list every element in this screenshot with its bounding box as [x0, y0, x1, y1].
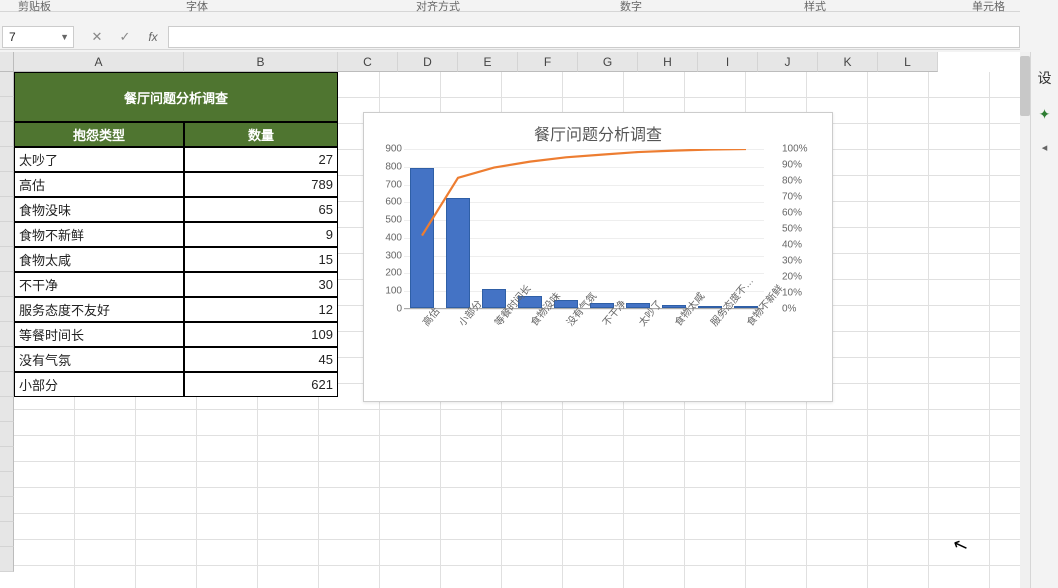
row-header[interactable]	[0, 72, 14, 97]
table-cell-qty[interactable]: 30	[184, 272, 338, 297]
chart-plot-area	[404, 149, 764, 309]
ribbon-group-alignment: 对齐方式	[416, 0, 460, 14]
column-header[interactable]: E	[458, 52, 518, 72]
worksheet[interactable]: ABCDEFGHIJKL 餐厅问题分析调查抱怨类型数量太吵了27高估789食物没…	[0, 52, 1020, 588]
row-header[interactable]	[0, 422, 14, 447]
row-header[interactable]	[0, 472, 14, 497]
table-cell-type[interactable]: 太吵了	[14, 147, 184, 172]
column-header[interactable]: L	[878, 52, 938, 72]
sparkle-icon[interactable]: ✦	[1039, 106, 1051, 123]
ribbon-group-clipboard: 剪贴板	[18, 0, 51, 14]
row-header[interactable]	[0, 522, 14, 547]
row-header[interactable]	[0, 447, 14, 472]
formula-bar-row: 7 ▼ ✕ ✓ fx	[0, 24, 1020, 50]
table-cell-qty[interactable]: 45	[184, 347, 338, 372]
table-cell-type[interactable]: 食物没味	[14, 197, 184, 222]
table-cell-type[interactable]: 等餐时间长	[14, 322, 184, 347]
row-header[interactable]	[0, 197, 14, 222]
table-cell-qty[interactable]: 109	[184, 322, 338, 347]
column-header[interactable]: G	[578, 52, 638, 72]
formula-buttons: ✕ ✓ fx	[88, 28, 162, 46]
table-header-qty[interactable]: 数量	[184, 122, 338, 147]
table-cell-qty[interactable]: 65	[184, 197, 338, 222]
table-cell-qty[interactable]: 12	[184, 297, 338, 322]
column-header[interactable]: A	[14, 52, 184, 72]
scrollbar-thumb[interactable]	[1020, 56, 1030, 116]
ribbon-group-cells: 单元格	[972, 0, 1005, 14]
vertical-scrollbar[interactable]	[1020, 52, 1030, 588]
table-header-type[interactable]: 抱怨类型	[14, 122, 184, 147]
table-cell-qty[interactable]: 621	[184, 372, 338, 397]
row-header[interactable]	[0, 397, 14, 422]
chart-title: 餐厅问题分析调查	[364, 121, 832, 145]
task-pane-collapsed[interactable]: 设 ✦ ◂	[1030, 52, 1058, 588]
chart-bar	[446, 198, 470, 308]
table-cell-qty[interactable]: 789	[184, 172, 338, 197]
pareto-chart[interactable]: 餐厅问题分析调查 0100200300400500600700800900 0%…	[363, 112, 833, 402]
ribbon-group-labels: 剪贴板 字体 对齐方式 数字 样式 单元格	[0, 0, 1020, 12]
table-cell-type[interactable]: 没有气氛	[14, 347, 184, 372]
row-header[interactable]	[0, 347, 14, 372]
row-headers[interactable]	[0, 72, 14, 572]
row-header[interactable]	[0, 547, 14, 572]
table-cell-qty[interactable]: 9	[184, 222, 338, 247]
table-cell-type[interactable]: 小部分	[14, 372, 184, 397]
row-header[interactable]	[0, 272, 14, 297]
cancel-icon[interactable]: ✕	[88, 28, 106, 46]
column-header[interactable]: I	[698, 52, 758, 72]
column-header[interactable]: H	[638, 52, 698, 72]
table-cell-qty[interactable]: 27	[184, 147, 338, 172]
table-title-cell[interactable]: 餐厅问题分析调查	[14, 72, 338, 122]
table-cell-type[interactable]: 食物不新鲜	[14, 222, 184, 247]
column-header[interactable]: B	[184, 52, 338, 72]
column-header[interactable]: K	[818, 52, 878, 72]
chart-y-axis-secondary: 0%10%20%30%40%50%60%70%80%90%100%	[780, 149, 820, 309]
row-header[interactable]	[0, 97, 14, 122]
chevron-collapse-icon[interactable]: ◂	[1042, 141, 1048, 154]
row-header[interactable]	[0, 222, 14, 247]
table-cell-qty[interactable]: 15	[184, 247, 338, 272]
chart-bar	[410, 168, 434, 308]
row-header[interactable]	[0, 172, 14, 197]
row-header[interactable]	[0, 247, 14, 272]
fx-icon[interactable]: fx	[144, 28, 162, 46]
confirm-icon[interactable]: ✓	[116, 28, 134, 46]
ribbon-group-styles: 样式	[804, 0, 826, 14]
chevron-down-icon[interactable]: ▼	[60, 32, 69, 42]
formula-input[interactable]	[168, 26, 1020, 48]
row-header[interactable]	[0, 147, 14, 172]
column-header[interactable]: J	[758, 52, 818, 72]
row-header[interactable]	[0, 122, 14, 147]
select-all-triangle[interactable]	[0, 52, 14, 72]
table-cell-type[interactable]: 高估	[14, 172, 184, 197]
column-header[interactable]: D	[398, 52, 458, 72]
table-cell-type[interactable]: 服务态度不友好	[14, 297, 184, 322]
ribbon-group-font: 字体	[186, 0, 208, 14]
column-header[interactable]: F	[518, 52, 578, 72]
table-cell-type[interactable]: 食物太咸	[14, 247, 184, 272]
row-header[interactable]	[0, 372, 14, 397]
ribbon-group-number: 数字	[620, 0, 642, 14]
row-header[interactable]	[0, 497, 14, 522]
column-headers[interactable]: ABCDEFGHIJKL	[14, 52, 938, 72]
chart-category-axis: 高估小部分等餐时间长食物没味没有气氛不干净太吵了食物太咸服务态度不…食物不新鲜	[404, 313, 764, 393]
row-header[interactable]	[0, 322, 14, 347]
chart-y-axis-primary: 0100200300400500600700800900	[378, 149, 404, 309]
name-box-value: 7	[9, 30, 16, 44]
table-cell-type[interactable]: 不干净	[14, 272, 184, 297]
column-header[interactable]: C	[338, 52, 398, 72]
name-box[interactable]: 7 ▼	[2, 26, 74, 48]
task-pane-title: 设	[1038, 68, 1052, 88]
row-header[interactable]	[0, 297, 14, 322]
